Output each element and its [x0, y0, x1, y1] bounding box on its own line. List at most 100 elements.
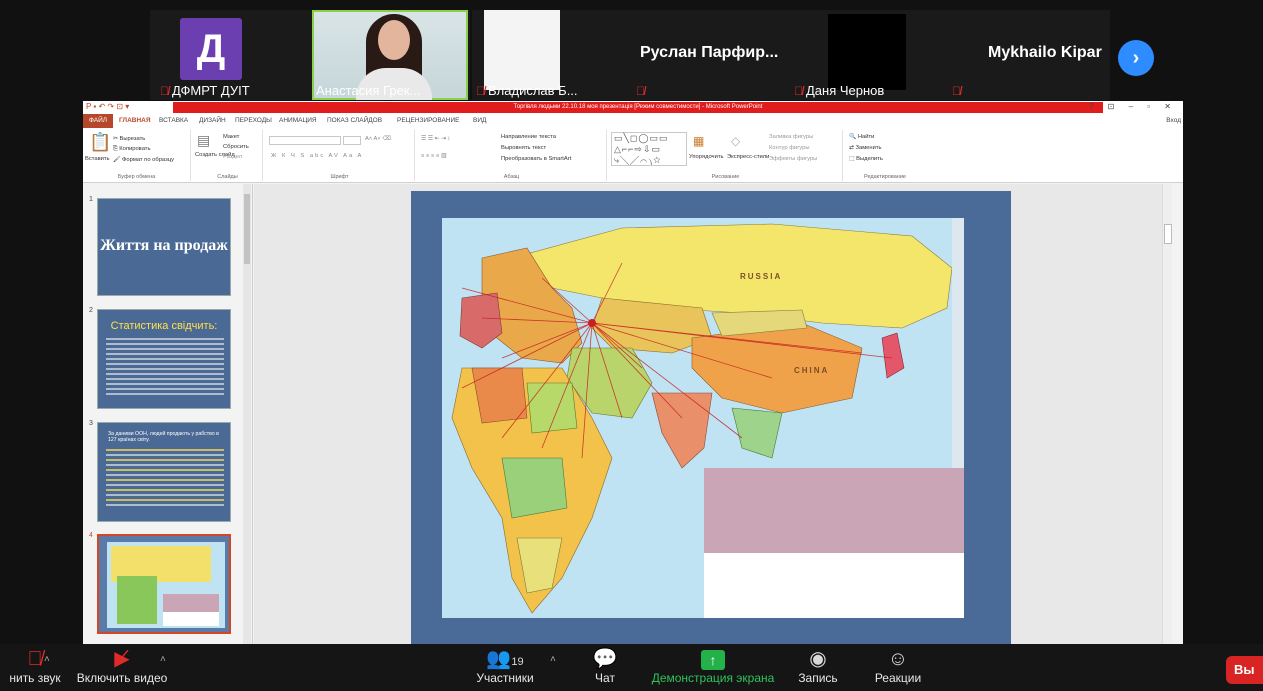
- slide-thumbnail[interactable]: Статистика свідчить:: [97, 309, 231, 409]
- pink-placeholder-box[interactable]: [704, 468, 964, 553]
- avatar: Д: [180, 18, 242, 80]
- tab-slideshow[interactable]: ПОКАЗ СЛАЙДОВ: [327, 117, 382, 124]
- start-video-button[interactable]: ▶̸ Включить видео: [74, 647, 170, 685]
- text-direction-button[interactable]: Направление текста: [501, 134, 556, 140]
- slide-thumbnail[interactable]: За даними ООН, людей продають у рабство …: [97, 422, 231, 522]
- participant-name: Даня Чернов: [806, 83, 885, 98]
- participant-name: Владислав Б...: [488, 83, 578, 98]
- slide-thumbnail-selected[interactable]: [97, 534, 231, 634]
- slide-thumbnail[interactable]: Життя на продаж: [97, 198, 231, 296]
- shape-effects-button[interactable]: Эффекты фигуры: [769, 156, 817, 162]
- world-map-image[interactable]: RUSSIA CHINA: [442, 218, 964, 618]
- tab-design[interactable]: ДИЗАЙН: [199, 117, 226, 124]
- group-label: Рисование: [711, 174, 740, 180]
- participant-tile[interactable]: 🎙̸ Владислав Б...: [472, 10, 632, 100]
- participants-options-caret[interactable]: ˄: [550, 654, 556, 665]
- participant-tile[interactable]: Mykhailo Kipar 🎙̸: [950, 10, 1110, 100]
- find-button[interactable]: 🔍 Найти: [849, 134, 874, 140]
- slide-text: За даними ООН, людей продають у рабство …: [108, 431, 219, 443]
- unmute-button[interactable]: 🎙̸ нить звук: [0, 647, 70, 685]
- thumbnails-scrollbar[interactable]: [243, 184, 251, 644]
- quick-access-toolbar[interactable]: P ▪ ↶ ↷ ⊡ ▾: [86, 102, 129, 111]
- font-size-buttons[interactable]: A˄ A˅ ⌫: [365, 136, 391, 142]
- tab-home[interactable]: ГЛАВНАЯ: [119, 117, 151, 124]
- chat-icon: 💬: [592, 648, 618, 670]
- mic-muted-icon: 🎙̸: [160, 83, 169, 98]
- white-placeholder-box[interactable]: [704, 553, 964, 618]
- video-options-caret[interactable]: ˄: [160, 654, 166, 665]
- select-button[interactable]: ⬚ Выделить: [849, 156, 883, 162]
- end-meeting-button[interactable]: Вы: [1226, 656, 1263, 684]
- slide-number: 4: [89, 532, 93, 539]
- next-page-button[interactable]: ›: [1118, 40, 1154, 76]
- participant-tile[interactable]: Д 🎙̸ ДФМРТ ДУІТ: [150, 10, 310, 100]
- slide-thumbnails-pane: 1 Життя на продаж 2 Статистика свідчить:…: [83, 184, 253, 644]
- share-screen-label: Демонстрация экрана: [651, 671, 775, 685]
- window-title: Торгівля людьми 22.10.18 моя презентація…: [173, 102, 1103, 113]
- paste-icon[interactable]: 📋: [89, 132, 111, 153]
- reactions-button[interactable]: ☺ Реакции: [870, 647, 926, 685]
- slide-title: Статистика свідчить:: [110, 320, 218, 332]
- group-label: Слайды: [217, 174, 238, 180]
- participants-count: 19: [511, 656, 524, 668]
- tab-animation[interactable]: АНИМАЦИЯ: [279, 117, 317, 124]
- slide-editor: RUSSIA CHINA: [254, 184, 1172, 644]
- share-screen-button[interactable]: ↑ Демонстрация экрана: [648, 647, 778, 685]
- record-button[interactable]: ◉ Запись: [795, 647, 841, 685]
- list-buttons[interactable]: ☰ ☰ ⇤ ⇥ ↕: [421, 136, 450, 142]
- participant-tile[interactable]: Анастасия Грек...: [310, 10, 470, 100]
- meeting-toolbar: 🎙̸ нить звук ˄ ▶̸ Включить видео ˄ 👥19 У…: [0, 644, 1263, 691]
- copy-button[interactable]: ⎘ Копировать: [113, 146, 150, 153]
- font-name-select[interactable]: [269, 136, 341, 145]
- tab-review[interactable]: РЕЦЕНЗИРОВАНИЕ: [397, 117, 460, 124]
- quick-styles-button[interactable]: Экспресс-стили: [727, 154, 769, 160]
- font-group: A˄ A˅ ⌫ Ж К Ч S abc AV Aa A Шрифт: [265, 130, 415, 181]
- replace-button[interactable]: ⇄ Заменить: [849, 145, 882, 151]
- layout-button[interactable]: Макет: [223, 134, 239, 140]
- participants-button[interactable]: 👥19 Участники: [470, 647, 540, 685]
- mic-muted-icon: 🎙̸: [794, 83, 803, 98]
- participant-tile[interactable]: Руслан Парфир... 🎙̸: [630, 10, 790, 100]
- paste-button[interactable]: Вставить: [85, 156, 110, 162]
- participant-tile[interactable]: 🎙̸ Даня Чернов: [790, 10, 950, 100]
- current-slide[interactable]: RUSSIA CHINA: [411, 191, 1011, 644]
- editor-scrollbar[interactable]: [1162, 184, 1172, 644]
- shapes-gallery[interactable]: ▭╲◻◯▭▭ △⌐⌐⇨⇩▭ ⤷╲╱⌒⎞☆: [611, 132, 687, 166]
- group-label: Буфер обмена: [117, 174, 156, 180]
- map-label-china: CHINA: [794, 366, 830, 375]
- font-size-select[interactable]: [343, 136, 361, 145]
- new-slide-icon[interactable]: ▤: [197, 132, 210, 149]
- shape-outline-button[interactable]: Контур фигуры: [769, 145, 810, 151]
- align-text-button[interactable]: Выровнять текст: [501, 145, 546, 151]
- reset-button[interactable]: Сбросить: [223, 144, 249, 150]
- audio-options-caret[interactable]: ˄: [44, 654, 50, 665]
- title-bar: P ▪ ↶ ↷ ⊡ ▾ Торгівля людьми 22.10.18 моя…: [83, 101, 1183, 114]
- tab-insert[interactable]: ВСТАВКА: [159, 117, 188, 124]
- shape-fill-button[interactable]: Заливка фигуры: [769, 134, 813, 140]
- ribbon: 📋 Вставить ✂ Вырезать ⎘ Копировать 🖌 Фор…: [83, 128, 1183, 183]
- tab-view[interactable]: ВИД: [473, 117, 486, 124]
- tab-transitions[interactable]: ПЕРЕХОДЫ: [235, 117, 272, 124]
- align-buttons[interactable]: ≡ ≡ ≡ ≡ ▥: [421, 153, 446, 159]
- powerpoint-window: P ▪ ↶ ↷ ⊡ ▾ Торгівля людьми 22.10.18 моя…: [83, 101, 1183, 644]
- ribbon-tabs: ФАЙЛ ГЛАВНАЯ ВСТАВКА ДИЗАЙН ПЕРЕХОДЫ АНИ…: [83, 114, 1183, 128]
- quick-styles-icon[interactable]: ◇: [731, 134, 740, 148]
- arrange-button[interactable]: Упорядочить: [689, 154, 724, 160]
- participants-label: Участники: [476, 671, 534, 685]
- window-controls[interactable]: ? ⊡ – ▫ ✕: [1089, 102, 1177, 111]
- format-painter-button[interactable]: 🖌 Формат по образцу: [113, 157, 174, 163]
- signin-link[interactable]: Вход: [1166, 117, 1181, 124]
- reactions-label: Реакции: [874, 671, 922, 685]
- slides-group: ▤ Создать слайд Макет Сбросить Раздел Сл…: [193, 130, 263, 181]
- participant-strip: Д 🎙̸ ДФМРТ ДУІТ Анастасия Грек... 🎙̸ Влади…: [0, 10, 1263, 100]
- section-button[interactable]: Раздел: [223, 154, 242, 160]
- tab-file[interactable]: ФАЙЛ: [83, 114, 114, 128]
- chat-button[interactable]: 💬 Чат: [590, 647, 620, 685]
- cut-button[interactable]: ✂ Вырезать: [113, 136, 145, 142]
- smartart-button[interactable]: Преобразовать в SmartArt: [501, 156, 571, 162]
- zoom-meeting-window: Д 🎙̸ ДФМРТ ДУІТ Анастасия Грек... 🎙̸ Влади…: [0, 0, 1263, 691]
- arrange-icon[interactable]: ▦: [693, 134, 704, 148]
- font-format-buttons[interactable]: Ж К Ч S abc AV Aa A: [271, 153, 363, 159]
- slide-number: 2: [89, 307, 93, 314]
- drawing-group: ▭╲◻◯▭▭ △⌐⌐⇨⇩▭ ⤷╲╱⌒⎞☆ ▦ Упорядочить ◇ Экспр…: [609, 130, 843, 181]
